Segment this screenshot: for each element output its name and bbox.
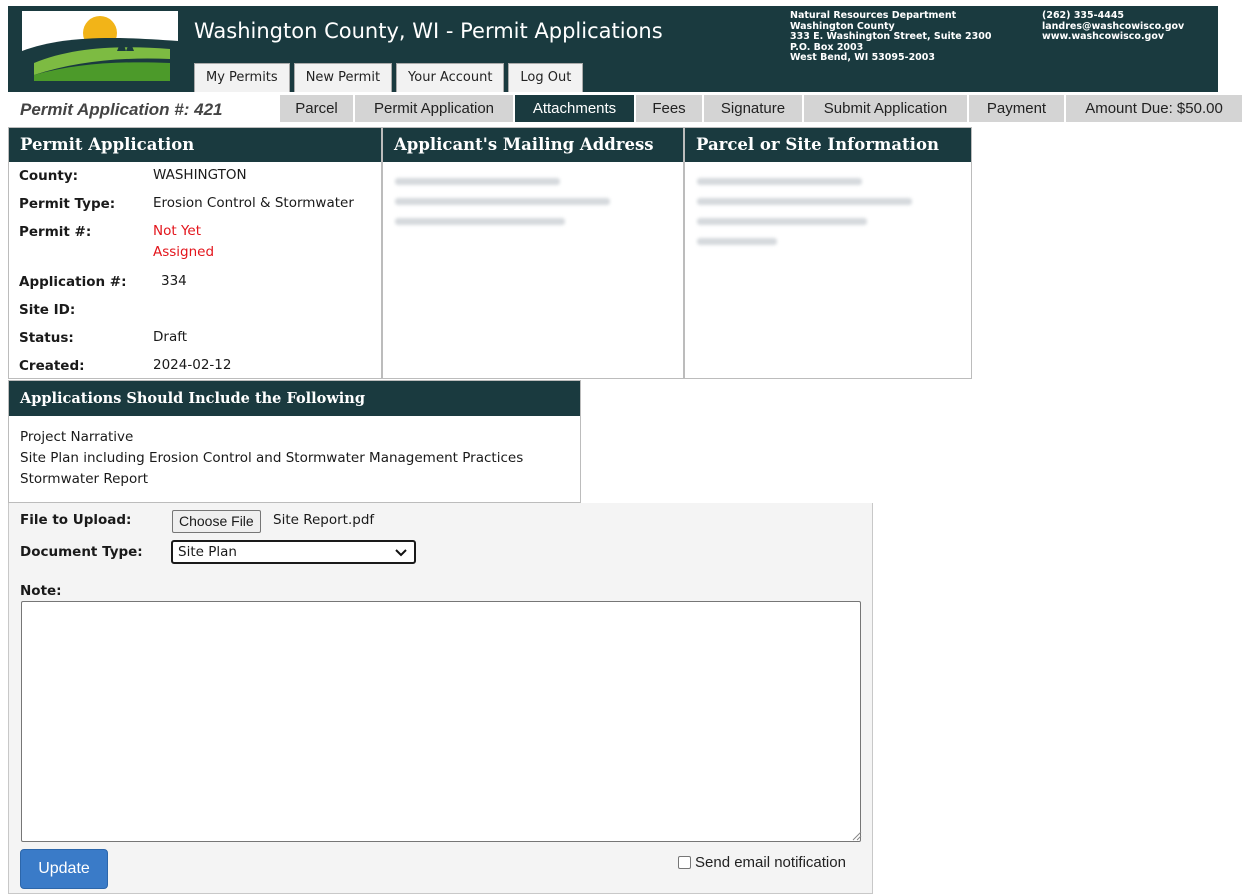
- site-information-panel: Parcel or Site Information: [684, 127, 972, 379]
- tab-new-permit[interactable]: New Permit: [293, 63, 393, 92]
- email-notification-option[interactable]: Send email notification: [678, 854, 846, 871]
- redacted-line: [395, 218, 565, 225]
- mailing-address-panel: Applicant's Mailing Address: [382, 127, 684, 379]
- redacted-address: [395, 178, 610, 238]
- info-label: Permit #:: [19, 224, 92, 240]
- required-item: Stormwater Report: [20, 471, 149, 487]
- county-logo-icon[interactable]: [22, 11, 178, 86]
- redacted-line: [697, 238, 777, 245]
- tab-payment[interactable]: Payment: [969, 95, 1064, 122]
- resize-grip-icon[interactable]: [852, 831, 862, 841]
- email-notification-label: Send email notification: [695, 854, 846, 871]
- chevron-down-icon: [395, 549, 407, 557]
- selected-file-name: Site Report.pdf: [273, 512, 375, 528]
- tab-permit-application[interactable]: Permit Application: [355, 95, 513, 122]
- department-address: Natural Resources Department Washington …: [790, 10, 992, 64]
- info-label: Permit Type:: [19, 196, 116, 212]
- email-notification-checkbox[interactable]: [678, 856, 691, 869]
- info-label: Status:: [19, 330, 74, 346]
- app-title: Washington County, WI - Permit Applicati…: [194, 19, 663, 43]
- info-value: WASHINGTON: [153, 167, 247, 183]
- info-label: Site ID:: [19, 302, 76, 318]
- tab-fees[interactable]: Fees: [636, 95, 702, 122]
- address-line: 333 E. Washington Street, Suite 2300: [790, 31, 992, 42]
- permit-number-status: Not Yet: [153, 223, 201, 239]
- tab-my-permits[interactable]: My Permits: [194, 63, 290, 92]
- info-label: County:: [19, 168, 79, 184]
- application-step-tabs: Permit Application #: 421 Parcel Permit …: [8, 95, 1242, 123]
- redacted-line: [395, 178, 560, 185]
- panel-heading: Parcel or Site Information: [685, 128, 971, 162]
- redacted-line: [697, 218, 867, 225]
- redacted-line: [395, 198, 610, 205]
- tab-attachments[interactable]: Attachments: [515, 95, 634, 122]
- address-line: Natural Resources Department: [790, 10, 957, 21]
- permit-application-panel: Permit Application County: WASHINGTON Pe…: [8, 127, 382, 379]
- top-navigation: My Permits New Permit Your Account Log O…: [194, 63, 587, 92]
- info-value: Erosion Control & Stormwater: [153, 195, 354, 211]
- attachment-upload-form: File to Upload: Choose File Site Report.…: [8, 503, 873, 894]
- contact-phone: (262) 335-4445: [1042, 10, 1125, 21]
- department-contact: (262) 335-4445 landres@washcowisco.gov w…: [1042, 10, 1184, 43]
- permit-number-status: Assigned: [153, 244, 215, 260]
- info-value: 334: [161, 273, 187, 289]
- note-label: Note:: [20, 583, 62, 599]
- panel-heading: Applicant's Mailing Address: [383, 128, 683, 162]
- panel-heading: Permit Application: [9, 128, 381, 162]
- redacted-site-info: [697, 178, 912, 258]
- contact-website-link[interactable]: www.washcowisco.gov: [1042, 31, 1184, 43]
- info-label: Created:: [19, 358, 85, 374]
- document-type-label: Document Type:: [20, 544, 143, 560]
- tab-log-out[interactable]: Log Out: [508, 63, 584, 92]
- redacted-line: [697, 198, 912, 205]
- tab-submit-application[interactable]: Submit Application: [804, 95, 967, 122]
- amount-due-badge: Amount Due: $50.00: [1066, 95, 1242, 122]
- redacted-line: [697, 178, 862, 185]
- tab-parcel[interactable]: Parcel: [280, 95, 353, 122]
- note-textarea[interactable]: [21, 601, 861, 842]
- choose-file-button[interactable]: Choose File: [172, 510, 261, 533]
- tab-signature[interactable]: Signature: [704, 95, 802, 122]
- required-item: Project Narrative: [20, 429, 134, 445]
- document-type-value: Site Plan: [178, 544, 237, 560]
- required-documents-panel: Applications Should Include the Followin…: [8, 380, 581, 503]
- info-value: 2024-02-12: [153, 357, 232, 373]
- panel-heading: Applications Should Include the Followin…: [9, 381, 580, 416]
- update-button[interactable]: Update: [20, 849, 108, 889]
- file-upload-label: File to Upload:: [20, 512, 132, 528]
- document-type-select[interactable]: Site Plan: [171, 540, 416, 564]
- permit-application-number: Permit Application #: 421: [20, 100, 223, 119]
- info-value: Draft: [153, 329, 188, 345]
- address-line: West Bend, WI 53095-2003: [790, 52, 936, 63]
- required-item: Site Plan including Erosion Control and …: [20, 450, 524, 466]
- info-label: Application #:: [19, 274, 127, 290]
- tab-your-account[interactable]: Your Account: [396, 63, 505, 92]
- site-header: Washington County, WI - Permit Applicati…: [8, 6, 1218, 92]
